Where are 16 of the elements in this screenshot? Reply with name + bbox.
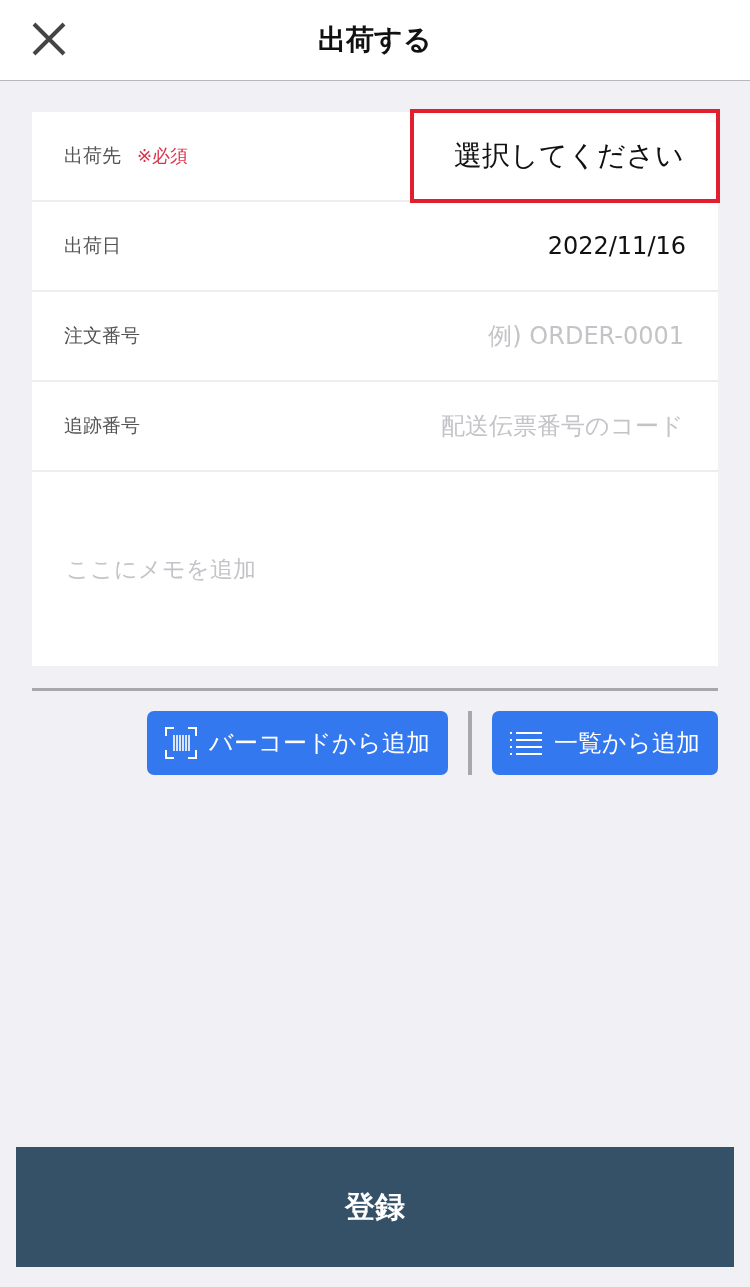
barcode-icon: [165, 727, 197, 759]
field-label: 出荷日: [64, 233, 121, 258]
input-field[interactable]: 例) ORDER-0001: [356, 321, 686, 351]
required-mark: ※必須: [137, 144, 189, 168]
date-value[interactable]: 2022/11/16: [547, 232, 686, 260]
register-button[interactable]: 登録: [16, 1147, 734, 1267]
memo-field[interactable]: ここにメモを追加: [32, 472, 718, 666]
destination-select[interactable]: 選択してください: [410, 109, 720, 203]
list-icon: [510, 731, 542, 755]
field-label: 注文番号: [64, 323, 140, 348]
page-title: 出荷する: [318, 22, 432, 58]
add-button[interactable]: バーコードから追加: [147, 711, 448, 775]
field-label: 出荷先: [64, 143, 121, 168]
field-label: 追跡番号: [64, 413, 140, 438]
input-field[interactable]: 配送伝票番号のコード: [356, 411, 686, 441]
add-button[interactable]: 一覧から追加: [492, 711, 718, 775]
